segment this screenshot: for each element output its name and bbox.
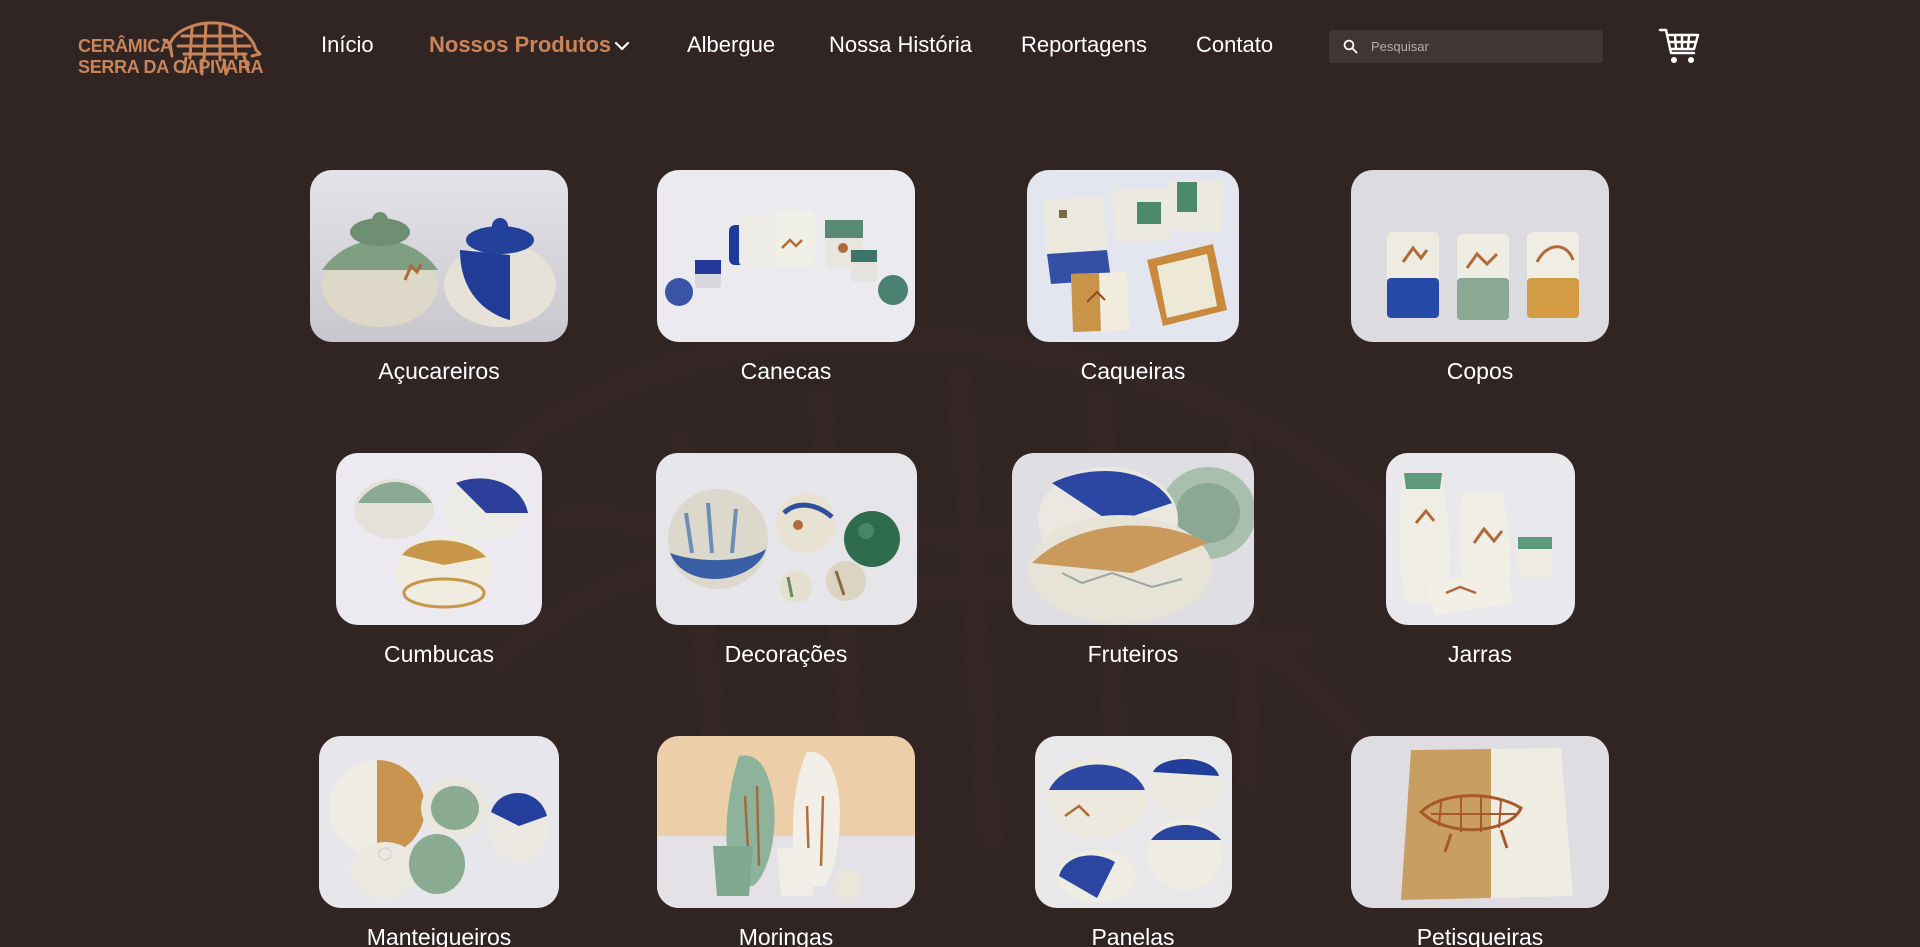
product-image-decoracoes — [656, 453, 917, 625]
product-image-fruteiros — [1012, 453, 1254, 625]
product-label: Moringas — [738, 924, 834, 947]
product-label: Caqueiras — [1080, 358, 1186, 384]
product-image-acucareiros — [310, 170, 568, 342]
product-image-cumbucas — [336, 453, 542, 625]
product-label: Petisqueiras — [1416, 924, 1544, 947]
product-image-canecas — [657, 170, 915, 342]
product-image-copos — [1351, 170, 1609, 342]
product-label: Cumbucas — [384, 641, 494, 667]
product-label: Canecas — [740, 358, 832, 384]
product-label: Açucareiros — [378, 358, 500, 384]
product-image-caqueiras — [1027, 170, 1239, 342]
product-label: Panelas — [1091, 924, 1175, 947]
product-image-manteigueiros — [319, 736, 559, 908]
product-image-jarras — [1386, 453, 1575, 625]
product-image-moringas — [657, 736, 915, 908]
product-image-petisqueiras — [1351, 736, 1609, 908]
product-label: Fruteiros — [1087, 641, 1179, 667]
product-label: Decorações — [724, 641, 848, 667]
product-grid: Açucareiros Canecas Caqueiras Copos Cumb… — [0, 0, 1920, 947]
product-label: Manteigueiros — [366, 924, 512, 947]
product-label: Jarras — [1448, 641, 1512, 667]
product-image-panelas — [1035, 736, 1232, 908]
product-label: Copos — [1446, 358, 1514, 384]
